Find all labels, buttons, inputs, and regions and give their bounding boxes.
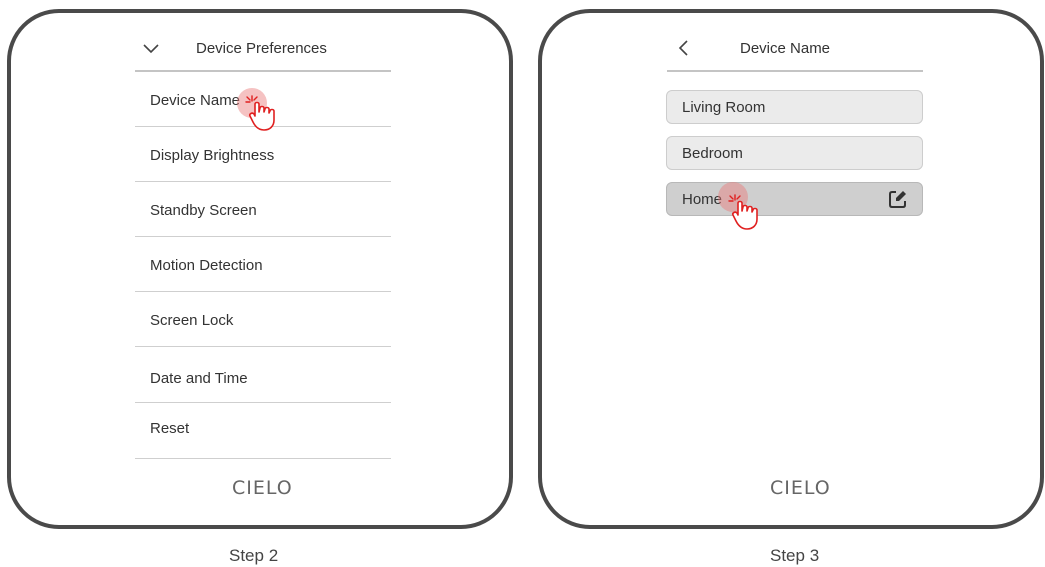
chevron-left-icon[interactable] — [676, 39, 690, 57]
menu-item-label: Standby Screen — [150, 201, 257, 219]
edit-icon[interactable] — [888, 189, 908, 209]
menu-item-reset[interactable]: Reset — [136, 414, 391, 442]
option-living-room[interactable]: Living Room — [666, 90, 923, 124]
header-title: Device Name — [740, 39, 831, 57]
tap-hand-icon — [728, 194, 758, 230]
step-caption: Step 3 — [770, 546, 820, 565]
menu-item-motion-detection[interactable]: Motion Detection — [136, 251, 391, 279]
cielo-logo: CIELO — [232, 477, 293, 499]
header-divider — [667, 70, 923, 72]
menu-divider — [135, 181, 391, 182]
menu-item-screen-lock[interactable]: Screen Lock — [136, 306, 391, 334]
menu-divider — [135, 291, 391, 292]
option-home[interactable]: Home — [666, 182, 923, 216]
menu-item-label: Reset — [150, 419, 190, 437]
menu-item-label: Motion Detection — [150, 256, 263, 274]
device-frame-step3 — [538, 9, 1044, 529]
menu-item-standby-screen[interactable]: Standby Screen — [136, 196, 391, 224]
preferences-header: Device Preferences — [140, 34, 390, 62]
menu-divider — [135, 402, 391, 403]
menu-divider — [135, 346, 391, 347]
option-label: Home — [682, 190, 723, 208]
menu-divider — [135, 236, 391, 237]
menu-item-label: Display Brightness — [150, 146, 275, 164]
menu-item-display-brightness[interactable]: Display Brightness — [136, 141, 391, 169]
option-bedroom[interactable]: Bedroom — [666, 136, 923, 170]
step-caption: Step 2 — [229, 546, 279, 565]
device-name-header: Device Name — [672, 34, 922, 62]
header-divider — [135, 70, 391, 72]
header-title: Device Preferences — [196, 39, 327, 57]
option-label: Living Room — [682, 98, 766, 116]
menu-item-label: Screen Lock — [150, 311, 234, 329]
chevron-down-icon[interactable] — [142, 42, 160, 54]
menu-item-date-and-time[interactable]: Date and Time — [136, 364, 391, 392]
option-label: Bedroom — [682, 144, 743, 162]
menu-item-label: Device Name — [150, 91, 241, 109]
cielo-logo: CIELO — [770, 477, 831, 499]
menu-divider — [135, 458, 391, 459]
menu-item-label: Date and Time — [150, 369, 248, 387]
tap-hand-icon — [245, 95, 275, 131]
